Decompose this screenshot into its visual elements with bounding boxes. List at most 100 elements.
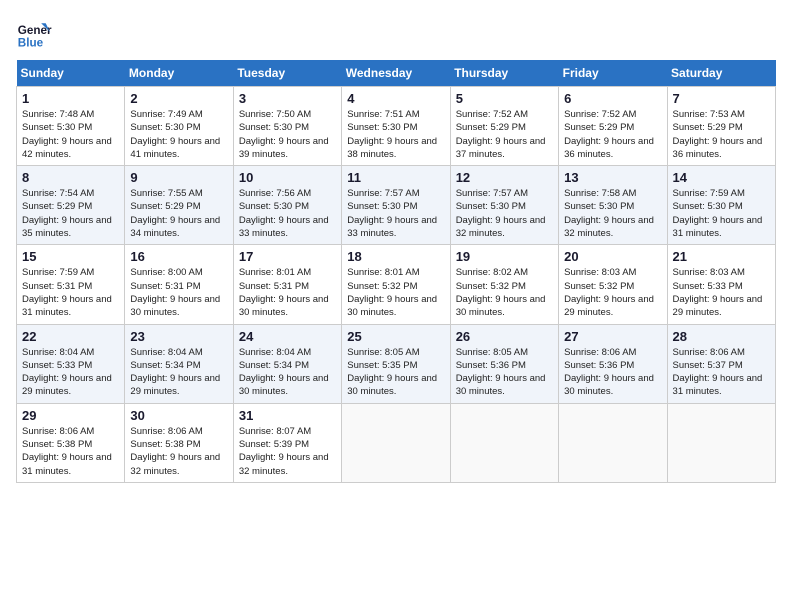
weekday-header-cell: Monday: [125, 60, 233, 87]
calendar-week-row: 22 Sunrise: 8:04 AMSunset: 5:33 PMDayligh…: [17, 324, 776, 403]
calendar-week-row: 15 Sunrise: 7:59 AMSunset: 5:31 PMDayligh…: [17, 245, 776, 324]
cell-info: Sunrise: 8:03 AMSunset: 5:33 PMDaylight:…: [673, 266, 770, 319]
calendar-cell: 8 Sunrise: 7:54 AMSunset: 5:29 PMDaylight…: [17, 166, 125, 245]
cell-info: Sunrise: 7:58 AMSunset: 5:30 PMDaylight:…: [564, 187, 661, 240]
cell-day-number: 13: [564, 170, 661, 185]
cell-info: Sunrise: 8:06 AMSunset: 5:38 PMDaylight:…: [22, 425, 119, 478]
calendar-cell: 18 Sunrise: 8:01 AMSunset: 5:32 PMDayligh…: [342, 245, 450, 324]
cell-info: Sunrise: 7:50 AMSunset: 5:30 PMDaylight:…: [239, 108, 336, 161]
calendar-week-row: 8 Sunrise: 7:54 AMSunset: 5:29 PMDaylight…: [17, 166, 776, 245]
calendar-cell: 25 Sunrise: 8:05 AMSunset: 5:35 PMDayligh…: [342, 324, 450, 403]
cell-day-number: 25: [347, 329, 444, 344]
cell-day-number: 6: [564, 91, 661, 106]
calendar-week-row: 1Sunrise: 7:48 AMSunset: 5:30 PMDaylight…: [17, 87, 776, 166]
cell-info: Sunrise: 7:56 AMSunset: 5:30 PMDaylight:…: [239, 187, 336, 240]
calendar: SundayMondayTuesdayWednesdayThursdayFrid…: [16, 60, 776, 483]
calendar-cell: 19Sunrise: 8:02 AMSunset: 5:32 PMDayligh…: [450, 245, 558, 324]
calendar-cell: 11 Sunrise: 7:57 AMSunset: 5:30 PMDayligh…: [342, 166, 450, 245]
cell-day-number: 4: [347, 91, 444, 106]
cell-day-number: 5: [456, 91, 553, 106]
cell-day-number: 30: [130, 408, 227, 423]
cell-info: Sunrise: 7:59 AMSunset: 5:31 PMDaylight:…: [22, 266, 119, 319]
cell-info: Sunrise: 7:52 AMSunset: 5:29 PMDaylight:…: [564, 108, 661, 161]
cell-day-number: 3: [239, 91, 336, 106]
calendar-cell: 14 Sunrise: 7:59 AMSunset: 5:30 PMDayligh…: [667, 166, 775, 245]
calendar-cell: 12 Sunrise: 7:57 AMSunset: 5:30 PMDayligh…: [450, 166, 558, 245]
cell-day-number: 7: [673, 91, 770, 106]
calendar-cell: 9 Sunrise: 7:55 AMSunset: 5:29 PMDaylight…: [125, 166, 233, 245]
cell-info: Sunrise: 8:04 AMSunset: 5:33 PMDaylight:…: [22, 346, 119, 399]
svg-text:Blue: Blue: [18, 37, 44, 50]
logo-icon: General Blue: [16, 16, 52, 52]
calendar-cell: 3 Sunrise: 7:50 AMSunset: 5:30 PMDaylight…: [233, 87, 341, 166]
cell-day-number: 2: [130, 91, 227, 106]
cell-day-number: 11: [347, 170, 444, 185]
cell-info: Sunrise: 7:52 AMSunset: 5:29 PMDaylight:…: [456, 108, 553, 161]
cell-info: Sunrise: 7:55 AMSunset: 5:29 PMDaylight:…: [130, 187, 227, 240]
calendar-cell: 6 Sunrise: 7:52 AMSunset: 5:29 PMDaylight…: [559, 87, 667, 166]
cell-day-number: 20: [564, 249, 661, 264]
cell-info: Sunrise: 7:57 AMSunset: 5:30 PMDaylight:…: [456, 187, 553, 240]
cell-day-number: 14: [673, 170, 770, 185]
weekday-header-cell: Thursday: [450, 60, 558, 87]
cell-info: Sunrise: 7:53 AMSunset: 5:29 PMDaylight:…: [673, 108, 770, 161]
weekday-header-cell: Wednesday: [342, 60, 450, 87]
cell-info: Sunrise: 7:57 AMSunset: 5:30 PMDaylight:…: [347, 187, 444, 240]
cell-info: Sunrise: 8:05 AMSunset: 5:35 PMDaylight:…: [347, 346, 444, 399]
cell-info: Sunrise: 8:04 AMSunset: 5:34 PMDaylight:…: [239, 346, 336, 399]
cell-info: Sunrise: 7:49 AMSunset: 5:30 PMDaylight:…: [130, 108, 227, 161]
calendar-cell: 23 Sunrise: 8:04 AMSunset: 5:34 PMDayligh…: [125, 324, 233, 403]
cell-day-number: 22: [22, 329, 119, 344]
calendar-cell: 10Sunrise: 7:56 AMSunset: 5:30 PMDayligh…: [233, 166, 341, 245]
cell-info: Sunrise: 8:00 AMSunset: 5:31 PMDaylight:…: [130, 266, 227, 319]
cell-day-number: 12: [456, 170, 553, 185]
calendar-cell: 29Sunrise: 8:06 AMSunset: 5:38 PMDayligh…: [17, 403, 125, 482]
calendar-cell: 30Sunrise: 8:06 AMSunset: 5:38 PMDayligh…: [125, 403, 233, 482]
calendar-cell: 16 Sunrise: 8:00 AMSunset: 5:31 PMDayligh…: [125, 245, 233, 324]
cell-info: Sunrise: 8:01 AMSunset: 5:32 PMDaylight:…: [347, 266, 444, 319]
calendar-week-row: 29Sunrise: 8:06 AMSunset: 5:38 PMDayligh…: [17, 403, 776, 482]
cell-info: Sunrise: 7:54 AMSunset: 5:29 PMDaylight:…: [22, 187, 119, 240]
calendar-cell: 1Sunrise: 7:48 AMSunset: 5:30 PMDaylight…: [17, 87, 125, 166]
cell-info: Sunrise: 8:03 AMSunset: 5:32 PMDaylight:…: [564, 266, 661, 319]
cell-day-number: 17: [239, 249, 336, 264]
logo: General Blue: [16, 16, 56, 52]
cell-day-number: 23: [130, 329, 227, 344]
cell-day-number: 1: [22, 91, 119, 106]
cell-day-number: 8: [22, 170, 119, 185]
calendar-cell: [559, 403, 667, 482]
calendar-cell: 5 Sunrise: 7:52 AMSunset: 5:29 PMDaylight…: [450, 87, 558, 166]
cell-info: Sunrise: 8:02 AMSunset: 5:32 PMDaylight:…: [456, 266, 553, 319]
calendar-cell: 2 Sunrise: 7:49 AMSunset: 5:30 PMDaylight…: [125, 87, 233, 166]
weekday-header-cell: Saturday: [667, 60, 775, 87]
cell-info: Sunrise: 8:01 AMSunset: 5:31 PMDaylight:…: [239, 266, 336, 319]
calendar-cell: [450, 403, 558, 482]
calendar-cell: 26Sunrise: 8:05 AMSunset: 5:36 PMDayligh…: [450, 324, 558, 403]
cell-day-number: 9: [130, 170, 227, 185]
cell-day-number: 16: [130, 249, 227, 264]
calendar-cell: 7 Sunrise: 7:53 AMSunset: 5:29 PMDaylight…: [667, 87, 775, 166]
cell-day-number: 15: [22, 249, 119, 264]
cell-day-number: 28: [673, 329, 770, 344]
cell-info: Sunrise: 8:04 AMSunset: 5:34 PMDaylight:…: [130, 346, 227, 399]
weekday-header-row: SundayMondayTuesdayWednesdayThursdayFrid…: [17, 60, 776, 87]
cell-day-number: 18: [347, 249, 444, 264]
calendar-cell: 21 Sunrise: 8:03 AMSunset: 5:33 PMDayligh…: [667, 245, 775, 324]
cell-info: Sunrise: 7:51 AMSunset: 5:30 PMDaylight:…: [347, 108, 444, 161]
calendar-cell: 31 Sunrise: 8:07 AMSunset: 5:39 PMDayligh…: [233, 403, 341, 482]
weekday-header-cell: Sunday: [17, 60, 125, 87]
cell-day-number: 31: [239, 408, 336, 423]
calendar-cell: 13 Sunrise: 7:58 AMSunset: 5:30 PMDayligh…: [559, 166, 667, 245]
cell-info: Sunrise: 7:59 AMSunset: 5:30 PMDaylight:…: [673, 187, 770, 240]
calendar-cell: 15 Sunrise: 7:59 AMSunset: 5:31 PMDayligh…: [17, 245, 125, 324]
cell-day-number: 27: [564, 329, 661, 344]
calendar-cell: [342, 403, 450, 482]
cell-info: Sunrise: 8:07 AMSunset: 5:39 PMDaylight:…: [239, 425, 336, 478]
cell-info: Sunrise: 8:06 AMSunset: 5:36 PMDaylight:…: [564, 346, 661, 399]
calendar-cell: 4 Sunrise: 7:51 AMSunset: 5:30 PMDaylight…: [342, 87, 450, 166]
cell-day-number: 24: [239, 329, 336, 344]
cell-info: Sunrise: 8:06 AMSunset: 5:37 PMDaylight:…: [673, 346, 770, 399]
cell-day-number: 21: [673, 249, 770, 264]
header: General Blue: [16, 16, 776, 52]
calendar-cell: 27 Sunrise: 8:06 AMSunset: 5:36 PMDayligh…: [559, 324, 667, 403]
